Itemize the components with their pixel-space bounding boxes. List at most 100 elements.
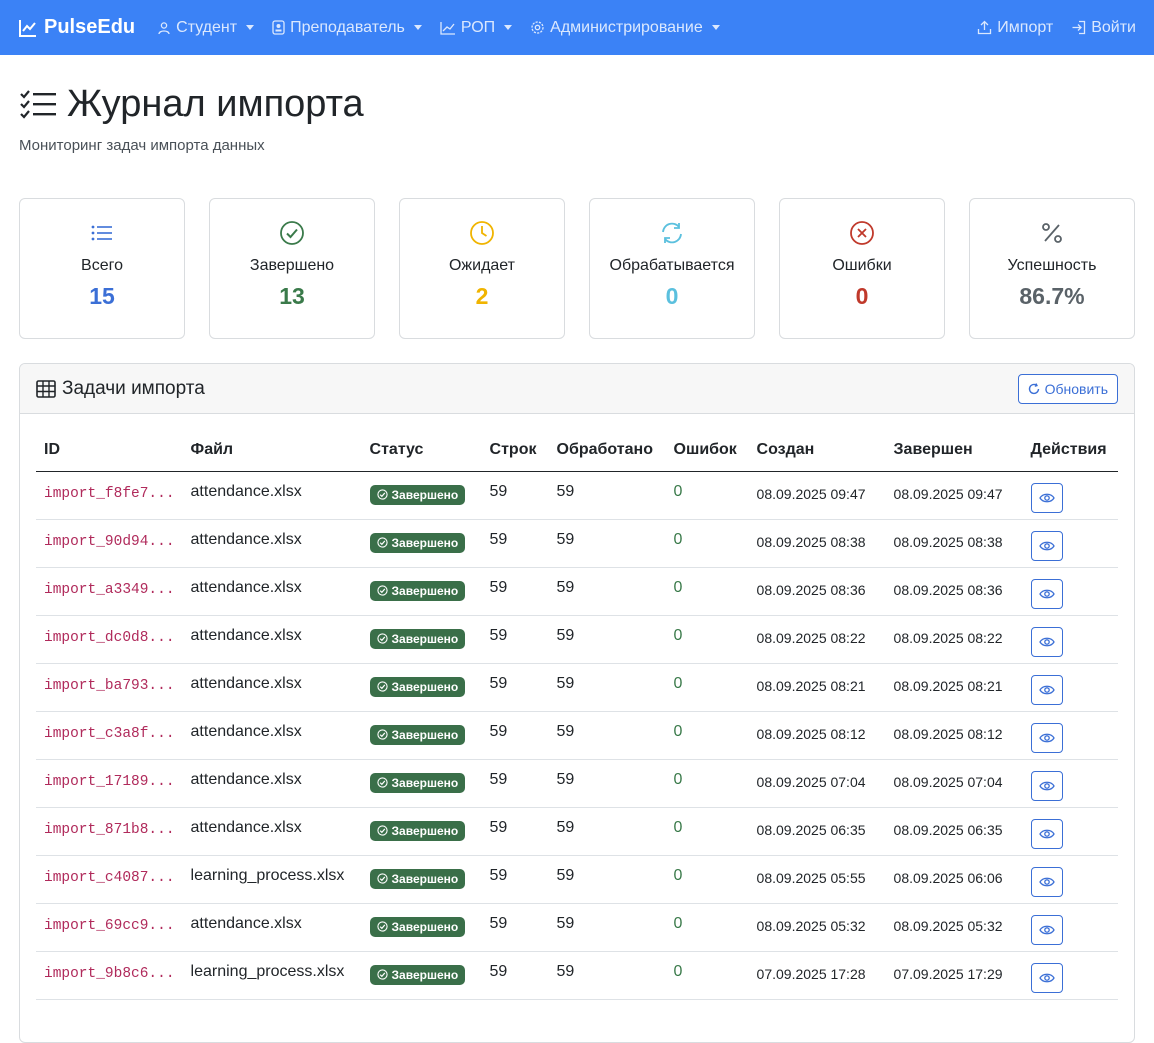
view-details-button[interactable] (1030, 770, 1063, 801)
task-id[interactable]: import_17189... (36, 759, 183, 808)
task-status-cell: Завершено (361, 759, 482, 808)
stat-value: 86.7% (1019, 283, 1085, 309)
top-navbar: PulseEdu Студент Преподаватель РОП Админ… (0, 0, 1154, 55)
view-details-button[interactable] (1030, 530, 1063, 561)
view-details-button[interactable] (1030, 914, 1063, 945)
task-id[interactable]: import_ba793... (36, 663, 183, 712)
eye-icon (1038, 973, 1055, 982)
task-processed: 59 (548, 663, 666, 712)
eye-icon (1038, 685, 1055, 694)
task-id[interactable]: import_90d94... (36, 519, 183, 568)
table-row: import_dc0d8... attendance.xlsx Завершен… (36, 615, 1118, 664)
nav-login-link[interactable]: Войти (1071, 19, 1136, 37)
nav-rop-dropdown[interactable]: РОП (440, 19, 513, 37)
stat-card-success-rate: Успешность 86.7% (969, 198, 1135, 339)
status-badge-label: Завершено (391, 727, 459, 742)
nav-student-dropdown[interactable]: Студент (157, 19, 255, 37)
status-badge: Завершено (369, 724, 466, 745)
task-created: 08.09.2025 08:21 (748, 663, 886, 712)
column-header-id: ID (36, 430, 183, 472)
nav-teacher-dropdown[interactable]: Преподаватель (272, 19, 422, 37)
task-id[interactable]: import_dc0d8... (36, 615, 183, 664)
task-finished: 08.09.2025 07:04 (885, 759, 1023, 808)
view-details-button[interactable] (1030, 962, 1063, 993)
task-id[interactable]: import_f8fe7... (36, 471, 183, 520)
task-file: attendance.xlsx (182, 471, 362, 520)
refresh-button[interactable]: Обновить (1017, 373, 1118, 404)
task-errors: 0 (665, 711, 749, 760)
status-badge-label: Завершено (391, 871, 459, 886)
task-errors: 0 (665, 663, 749, 712)
task-created: 08.09.2025 09:47 (748, 471, 886, 520)
table-row: import_90d94... attendance.xlsx Завершен… (36, 519, 1118, 568)
task-created: 07.09.2025 17:28 (748, 951, 886, 1000)
import-tasks-card: Задачи импорта Обновить ID Файл Статус С… (19, 363, 1135, 1043)
stat-value: 0 (665, 283, 679, 309)
view-details-button[interactable] (1030, 482, 1063, 513)
task-file: attendance.xlsx (182, 615, 362, 664)
view-details-button[interactable] (1030, 674, 1063, 705)
login-icon (1072, 20, 1086, 35)
task-rows: 59 (481, 711, 549, 760)
task-processed: 59 (548, 567, 666, 616)
view-details-button[interactable] (1030, 866, 1063, 897)
upload-icon (978, 20, 992, 35)
eye-icon (1038, 733, 1055, 742)
column-header-rows: Строк (481, 430, 549, 472)
view-details-button[interactable] (1030, 626, 1063, 657)
view-details-button[interactable] (1030, 818, 1063, 849)
task-actions (1022, 567, 1118, 616)
task-id[interactable]: import_a3349... (36, 567, 183, 616)
task-errors: 0 (665, 951, 749, 1000)
check-circle-icon (376, 873, 388, 884)
nav-import-link[interactable]: Импорт (977, 19, 1053, 37)
table-row: import_17189... attendance.xlsx Завершен… (36, 759, 1118, 808)
check-circle-icon (376, 777, 388, 788)
task-rows: 59 (481, 807, 549, 856)
table-row: import_871b8... attendance.xlsx Завершен… (36, 807, 1118, 856)
nav-admin-dropdown[interactable]: Администрирование (530, 19, 720, 37)
task-errors: 0 (665, 759, 749, 808)
task-finished: 08.09.2025 08:38 (885, 519, 1023, 568)
task-status-cell: Завершено (361, 567, 482, 616)
task-status-cell: Завершено (361, 615, 482, 664)
task-finished: 08.09.2025 08:22 (885, 615, 1023, 664)
eye-icon (1038, 493, 1055, 502)
table-header-row: ID Файл Статус Строк Обработано Ошибок С… (36, 430, 1118, 472)
stat-card-completed: Завершено 13 (209, 198, 375, 339)
stats-row: Всего 15 Завершено 13 Ожидает 2 Обрабаты… (19, 198, 1135, 339)
check-circle-icon (376, 969, 388, 980)
task-status-cell: Завершено (361, 855, 482, 904)
task-finished: 08.09.2025 08:21 (885, 663, 1023, 712)
brand-logo[interactable]: PulseEdu (18, 16, 135, 39)
nav-login-label: Войти (1091, 18, 1136, 36)
task-actions (1022, 471, 1118, 520)
task-file: attendance.xlsx (182, 663, 362, 712)
task-id[interactable]: import_69cc9... (36, 903, 183, 952)
task-id[interactable]: import_871b8... (36, 807, 183, 856)
task-status-cell: Завершено (361, 471, 482, 520)
task-id[interactable]: import_9b8c6... (36, 951, 183, 1000)
view-details-button[interactable] (1030, 722, 1063, 753)
task-rows: 59 (481, 615, 549, 664)
check-circle-icon (376, 633, 388, 644)
task-status-cell: Завершено (361, 519, 482, 568)
task-id[interactable]: import_c4087... (36, 855, 183, 904)
column-header-errors: Ошибок (665, 430, 749, 472)
task-id[interactable]: import_c3a8f... (36, 711, 183, 760)
task-processed: 59 (548, 519, 666, 568)
badge-icon (272, 20, 285, 35)
task-errors: 0 (665, 519, 749, 568)
task-rows: 59 (481, 471, 549, 520)
task-processed: 59 (548, 471, 666, 520)
task-created: 08.09.2025 05:32 (748, 903, 886, 952)
stat-label: Успешность (1007, 257, 1097, 274)
task-finished: 08.09.2025 08:12 (885, 711, 1023, 760)
check-circle-icon (376, 489, 388, 500)
task-errors: 0 (665, 567, 749, 616)
task-file: attendance.xlsx (182, 711, 362, 760)
stat-card-errors: Ошибки 0 (779, 198, 945, 339)
task-errors: 0 (665, 855, 749, 904)
stat-value: 13 (279, 283, 305, 309)
view-details-button[interactable] (1030, 578, 1063, 609)
